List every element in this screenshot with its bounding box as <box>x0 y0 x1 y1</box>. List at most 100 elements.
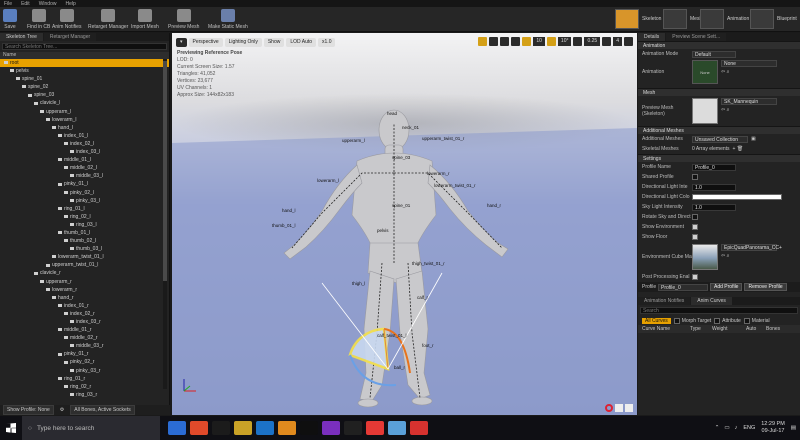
browse-icon[interactable]: ⇦ ⌕ <box>721 69 777 75</box>
tab-preview-scene-settings[interactable]: Preview Scene Sett... <box>666 33 727 41</box>
taskbar-app-icon[interactable] <box>388 421 406 435</box>
taskbar-app-icon[interactable] <box>366 421 384 435</box>
taskbar-search[interactable]: ○ Type here to search <box>22 416 160 440</box>
lod-button[interactable]: LOD Auto <box>286 37 317 47</box>
bone-row[interactable]: pinky_01_r <box>0 350 169 358</box>
show-floor-checkbox[interactable] <box>692 234 698 240</box>
save-button[interactable]: Save <box>3 8 17 31</box>
rotation-snap-icon[interactable] <box>546 37 556 46</box>
post-processing-checkbox[interactable] <box>692 274 698 280</box>
shared-profile-checkbox[interactable] <box>692 174 698 180</box>
env-cube-thumbnail[interactable] <box>692 244 718 270</box>
taskbar-app-icon[interactable] <box>410 421 428 435</box>
network-icon[interactable]: ▭ <box>724 425 729 431</box>
material-checkbox[interactable] <box>743 317 750 324</box>
bone-row[interactable]: middle_02_r <box>0 334 169 342</box>
show-button[interactable]: Show <box>263 37 285 47</box>
taskbar-app-icon[interactable] <box>322 421 340 435</box>
perspective-button[interactable]: Perspective <box>188 37 223 47</box>
bone-row[interactable]: upperarm_l <box>0 108 169 116</box>
bone-row[interactable]: upperarm_twist_01_l <box>0 261 169 269</box>
preview-mesh-dropdown[interactable]: SK_Mannequin <box>721 98 777 105</box>
tree-scrollbar[interactable] <box>163 59 167 389</box>
menu-help[interactable]: Help <box>65 1 75 7</box>
profile-name-field[interactable]: Profile_0 <box>692 163 736 171</box>
bone-row[interactable]: ring_03_l <box>0 221 169 229</box>
profile-dropdown[interactable]: Profile_0 <box>658 283 708 291</box>
translate-icon[interactable] <box>478 37 488 46</box>
filter-all-curves[interactable]: All Curves <box>642 317 671 324</box>
world-local-icon[interactable] <box>511 37 521 46</box>
playback-speed-button[interactable]: x1.0 <box>318 37 336 47</box>
add-profile-button[interactable]: Add Profile <box>710 283 743 291</box>
camera-speed-icon[interactable] <box>602 37 612 46</box>
bone-row[interactable]: ring_02_l <box>0 213 169 221</box>
morph-target-checkbox[interactable] <box>673 317 680 324</box>
bone-row[interactable]: spine_02 <box>0 83 169 91</box>
bone-row[interactable]: index_03_r <box>0 318 169 326</box>
dir-light-intensity-field[interactable]: 1.0 <box>692 183 736 191</box>
section-mesh[interactable]: Mesh <box>638 88 800 96</box>
bone-row[interactable]: clavicle_r <box>0 269 169 277</box>
taskbar-app-icon[interactable] <box>344 421 362 435</box>
browse-icon[interactable]: ⇦ ⌕ <box>721 107 777 113</box>
make-static-mesh-button[interactable]: Make Static Mesh <box>208 8 248 31</box>
remove-profile-button[interactable]: Remove Profile <box>744 283 787 291</box>
action-center-icon[interactable]: ▤ <box>791 425 796 431</box>
show-profile-dropdown[interactable]: Show Profile: None <box>3 405 54 415</box>
bone-row[interactable]: hand_l <box>0 124 169 132</box>
animation-thumbnail[interactable]: None <box>692 60 718 84</box>
mode-animation-button[interactable]: Animation <box>700 9 749 29</box>
rotation-snap-value[interactable]: 10° <box>557 37 572 46</box>
dir-light-color-swatch[interactable] <box>692 194 782 200</box>
grid-snap-value[interactable]: 10 <box>533 37 545 46</box>
taskbar-app-icon[interactable] <box>168 421 186 435</box>
start-button[interactable] <box>0 416 22 440</box>
viewport-menu-button[interactable]: ▾ <box>176 37 187 47</box>
bone-row[interactable]: pinky_02_l <box>0 189 169 197</box>
mode-skeleton-button[interactable]: Skeleton <box>615 9 661 29</box>
bone-row[interactable]: ring_01_r <box>0 375 169 383</box>
language-indicator[interactable]: ENG <box>743 425 755 431</box>
section-additional-meshes[interactable]: Additional Meshes <box>638 126 800 134</box>
add-element-icon[interactable]: + 🗑 <box>733 146 744 152</box>
tab-animation-notifies[interactable]: Animation Notifies <box>638 297 691 305</box>
taskbar-app-icon[interactable] <box>190 421 208 435</box>
notification-chevron-icon[interactable]: ⌃ <box>715 425 720 431</box>
bone-row[interactable]: lowerarm_r <box>0 286 169 294</box>
bone-row[interactable]: upperarm_r <box>0 278 169 286</box>
lighting-button[interactable]: Lighting Only <box>224 37 262 47</box>
maximize-icon[interactable] <box>624 37 633 46</box>
rotate-icon[interactable] <box>489 37 499 46</box>
bone-row[interactable]: thumb_03_l <box>0 245 169 253</box>
step-icon[interactable] <box>625 404 633 412</box>
bone-row[interactable]: clavicle_l <box>0 99 169 107</box>
bone-row[interactable]: pinky_03_r <box>0 367 169 375</box>
skeleton-search-input[interactable]: Search Skeleton Tree... <box>2 43 167 50</box>
bone-row[interactable]: index_01_r <box>0 302 169 310</box>
menu-edit[interactable]: Edit <box>21 1 30 7</box>
retarget-manager-button[interactable]: Retarget Manager <box>88 8 128 31</box>
find-in-cb-button[interactable]: Find in CB <box>27 8 50 31</box>
preview-mesh-button[interactable]: Preview Mesh <box>168 8 199 31</box>
bone-row[interactable]: middle_02_l <box>0 164 169 172</box>
sky-light-intensity-field[interactable]: 1.0 <box>692 203 736 211</box>
taskbar-app-icon[interactable] <box>234 421 252 435</box>
mode-mesh-button[interactable]: Mesh <box>663 9 702 29</box>
mesh-thumbnail[interactable] <box>692 98 718 124</box>
bone-row[interactable]: pelvis <box>0 67 169 75</box>
bone-row[interactable]: middle_03_l <box>0 172 169 180</box>
save-icon[interactable]: ▣ <box>751 136 756 142</box>
additional-meshes-dropdown[interactable]: Unsaved Collection <box>692 135 748 143</box>
bone-row[interactable]: hand_r <box>0 294 169 302</box>
pause-icon[interactable] <box>615 404 623 412</box>
bone-row[interactable]: ring_01_l <box>0 205 169 213</box>
grid-snap-icon[interactable] <box>522 37 532 46</box>
section-settings[interactable]: Settings <box>638 154 800 162</box>
camera-speed-value[interactable]: 4 <box>613 37 622 46</box>
taskbar-app-icon[interactable] <box>300 421 318 435</box>
record-icon[interactable] <box>605 404 613 412</box>
mode-blueprint-button[interactable]: Blueprint <box>750 9 797 29</box>
curve-search-input[interactable]: Search <box>640 307 798 314</box>
anim-notifies-button[interactable]: Anim Notifies <box>52 8 81 31</box>
